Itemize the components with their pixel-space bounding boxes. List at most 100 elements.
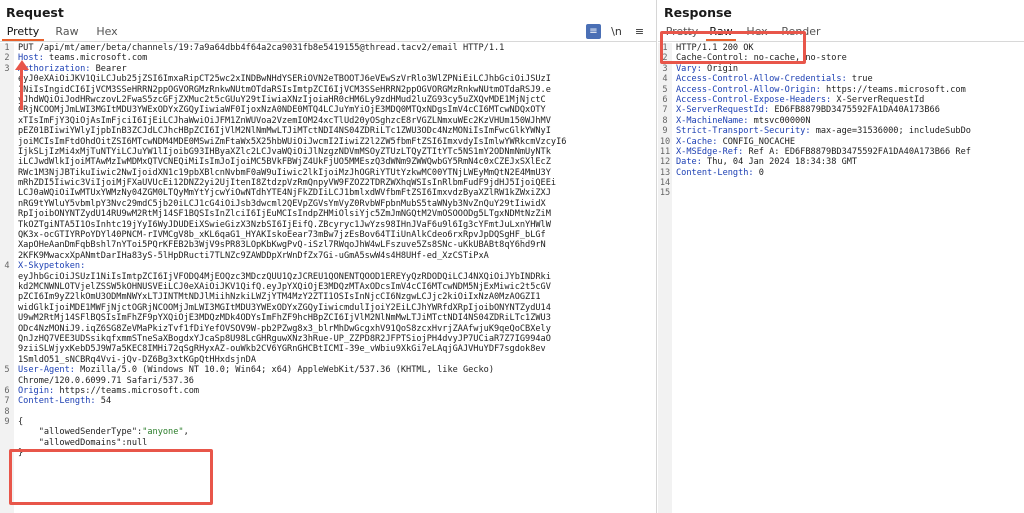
line-number: 6 (662, 94, 668, 105)
line-text: Access-Control-Allow-Origin: https://tea… (676, 85, 966, 95)
response-pane: Response Pretty Raw Hex Render 1 HTTP/1.1… (658, 0, 1024, 513)
response-title: Response (664, 5, 732, 20)
line-text: RWc1M3NjJBTikuIiwic2NwIjoidXN1c19pbXBlcn… (18, 168, 551, 178)
line-number: 9 (662, 126, 668, 137)
header-name: X-ServerRequestId: (676, 105, 775, 116)
line-number: 12 (659, 157, 671, 168)
header-name: Origin: (18, 385, 60, 396)
line-number: 14 (659, 178, 671, 189)
request-lines: 1 PUT /api/mt/amer/beta/channels/19:7a9a6… (0, 43, 656, 459)
menu-icon[interactable]: ≡ (632, 24, 647, 39)
response-editor[interactable]: 1 HTTP/1.1 200 OK 2 Cache-Control: no-cache… (658, 43, 1024, 513)
code-line: Chrome/120.0.6099.71 Safari/537.36 (0, 376, 656, 386)
line-value: mRhZDI5Iiwic3ViIjoiMjFXaUVUcEi12DNZ2yi2U… (18, 178, 557, 189)
json-string-value: "anyone" (142, 427, 184, 438)
line-value: PUT /api/mt/amer/beta/channels/19:7a9a64… (18, 43, 505, 53)
code-line: 6 Origin: https://teams.microsoft.com (0, 386, 656, 396)
line-value: XapOHeAanDmFqbBshl7nYToi5PQrKFEB2b3WjV9s… (18, 240, 546, 251)
header-name: X-MachineName: (676, 115, 754, 126)
line-text: Authorization: Bearer (18, 64, 127, 74)
code-line: 7 X-ServerRequestId: ED6FB8879BD3475592FA… (658, 105, 1024, 115)
line-value: { (18, 417, 24, 428)
header-name: Content-Length: (676, 167, 759, 178)
line-value: kd2MCNWNLOTVjelZSSW5kOHNUSVEiLCJ0eXAiOiJ… (18, 281, 551, 292)
code-line: 13 Content-Length: 0 (658, 168, 1024, 178)
line-value: Chrome/120.0.6099.71 Safari/537.36 (18, 375, 194, 386)
line-value: teams.microsoft.com (49, 53, 148, 64)
code-line: yJhdWQiOiJodHRwczovL2FwaS5zcGFjZXMuc2t5c… (0, 95, 656, 105)
line-number: 2 (4, 53, 10, 64)
line-text: iLCJwdWlkIjoiMTAwMzIwMDMxQTVCNEQiMiIsImJ… (18, 157, 551, 167)
line-value: RWc1M3NjJBTikuIiwic2NwIjoidXN1c19pbXBlcn… (18, 167, 551, 178)
line-number: 7 (662, 105, 668, 116)
line-text: kd2MCNWNLOTVjelZSSW5kOHNUSVEiLCJ0eXAiOiJ… (18, 282, 551, 292)
line-text: pZCI6Im9yZ2lkOmU3ODMmNWYxLTJINTMtNDJlMii… (18, 292, 541, 302)
line-text: CRjNCOOMjJmLWI3MGItMDU3YWExODYxZGQyIiwia… (18, 105, 546, 115)
line-text: Access-Control-Expose-Headers: X-ServerR… (676, 95, 924, 105)
code-line: kd2MCNWNLOTVjelZSSW5kOHNUSVEiLCJ0eXAiOiJ… (0, 282, 656, 292)
line-value: Origin (707, 63, 739, 74)
json-punct: , (183, 427, 189, 438)
code-line: eyJhbGciOiJSUzI1NiIsImtpZCI6IjVFODQ4MjEO… (0, 272, 656, 282)
code-line: 4 X-Skypetoken: (0, 261, 656, 271)
line-number: 4 (4, 261, 10, 272)
line-text: eyJ0eXAiOiJKV1QiLCJub25jZSI6ImxaRipCT25w… (18, 74, 551, 84)
line-text: QnJzHQ7VEE3UDSsikqfxmmSTneSaXBogdxYJcaSp… (18, 334, 551, 344)
tab-hex[interactable]: Hex (92, 22, 122, 41)
line-text: Access-Control-Allow-Credentials: true (676, 74, 873, 84)
line-text: mRhZDI5Iiwic3ViIjoiMjFXaUVUcEi12DNZ2yi2U… (18, 178, 556, 188)
line-value: "allowedDomains":null (18, 437, 148, 448)
code-line: 3 Authorization: Bearer (0, 64, 656, 74)
code-line: iLCJwdWlkIjoiMTAwMzIwMDMxQTVCNEQiMiIsImJ… (0, 157, 656, 167)
line-value: TkOZTgiNTA5I1OsInhtc19jYyI6WyJDUDEiXSwie… (18, 219, 551, 230)
line-value: X-ServerRequestId (836, 94, 925, 105)
code-line: 1SmldO51_sNCBRq4Vvi-jQv-DZ6Bg3xtKGpQtHHx… (0, 355, 656, 365)
header-name: Date: (676, 157, 708, 168)
code-line: 6 Access-Control-Expose-Headers: X-Server… (658, 95, 1024, 105)
code-line: mRhZDI5Iiwic3ViIjoiMjFXaUVUcEi12DNZ2yi2U… (0, 178, 656, 188)
code-line: LCJ0aWQiOiIwMTUxYWMzNy04ZGM0LTQyMmYtYjcw… (0, 188, 656, 198)
code-line: U9wM2RtMj14SFlBQSIsImFhZF9pYXQiOjE3MDQzM… (0, 313, 656, 323)
line-number: 3 (662, 63, 668, 74)
line-number: 5 (4, 365, 10, 376)
line-number: 3 (4, 63, 10, 74)
code-line: 7 Content-Length: 54 (0, 396, 656, 406)
line-value: 9ziiSLWjyxKebD5J9W7a5KEC8IMHi72qSgRHyxAZ… (18, 344, 546, 355)
header-name: Authorization: (18, 63, 96, 74)
line-value: QnJzHQ7VEE3UDSsikqfxmmSTneSaXBogdxYJcaSp… (18, 333, 551, 344)
line-value: Mozilla/5.0 (Windows NT 10.0; Win64; x64… (80, 365, 495, 376)
highlight-body-box (9, 449, 213, 505)
line-value: Thu, 04 Jan 2024 18:34:38 GMT (707, 157, 858, 168)
line-value: yJhdWQiOiJodHRwczovL2FwaS5zcGFjZXMuc2t5c… (18, 94, 546, 105)
line-value: nRG9tYWluY5vbmlpY3Nvc29mdC5jb20iLCJ1cG4i… (18, 198, 546, 209)
code-line: RpIjoibONYNTZydU14RU9wM2RtMj14SF1BQSIsIn… (0, 209, 656, 219)
line-text: yJhdWQiOiJodHRwczovL2FwaS5zcGFjZXMuc2t5c… (18, 95, 546, 105)
highlight-status-box (660, 31, 806, 64)
tab-raw[interactable]: Raw (52, 22, 82, 41)
code-line: TkOZTgiNTA5I1OsInhtc19jYyI6WyJDUDEiXSwie… (0, 220, 656, 230)
line-text: Origin: https://teams.microsoft.com (18, 386, 199, 396)
response-lines: 1 HTTP/1.1 200 OK 2 Cache-Control: no-cache… (658, 43, 1024, 199)
newline-toggle-icon[interactable]: \n (609, 24, 624, 39)
line-number: 4 (662, 74, 668, 85)
code-line: 15 (658, 188, 1024, 198)
code-line: eyJ0eXAiOiJKV1QiLCJub25jZSI6ImxaRipCT25w… (0, 74, 656, 84)
code-line: XapOHeAanDmFqbBshl7nYToi5PQrKFEB2b3WjV9s… (0, 240, 656, 250)
line-text: X-MachineName: mtsvc00000N (676, 116, 811, 126)
wrap-lines-icon[interactable]: ≡ (586, 24, 601, 39)
line-text: Date: Thu, 04 Jan 2024 18:34:38 GMT (676, 157, 857, 167)
line-text: ODc4NzMONiJ9.iqZ6SG8ZeVMaPkizTvf1fDiYefO… (18, 324, 551, 334)
line-value: "allowedSenderType": (18, 427, 143, 438)
request-editor[interactable]: 1 PUT /api/mt/amer/beta/channels/19:7a9a6… (0, 43, 656, 513)
code-line: 9{ (0, 417, 656, 427)
line-text: 1SmldO51_sNCBRq4Vvi-jQv-DZ6Bg3xtKGpQtHHx… (18, 355, 256, 365)
line-text: Strict-Transport-Security: max-age=31536… (676, 126, 971, 136)
code-line: "allowedSenderType":"anyone", (0, 427, 656, 437)
line-value: true (851, 74, 873, 85)
header-name: Strict-Transport-Security: (676, 126, 816, 137)
line-text: 9ziiSLWjyxKebD5J9W7a5KEC8IMHi72qSgRHyxAZ… (18, 344, 546, 354)
line-number: 15 (659, 188, 671, 199)
tab-pretty[interactable]: Pretty (2, 22, 44, 41)
request-title: Request (6, 5, 64, 20)
line-text: X-Cache: CONFIG_NOCACHE (676, 137, 795, 147)
